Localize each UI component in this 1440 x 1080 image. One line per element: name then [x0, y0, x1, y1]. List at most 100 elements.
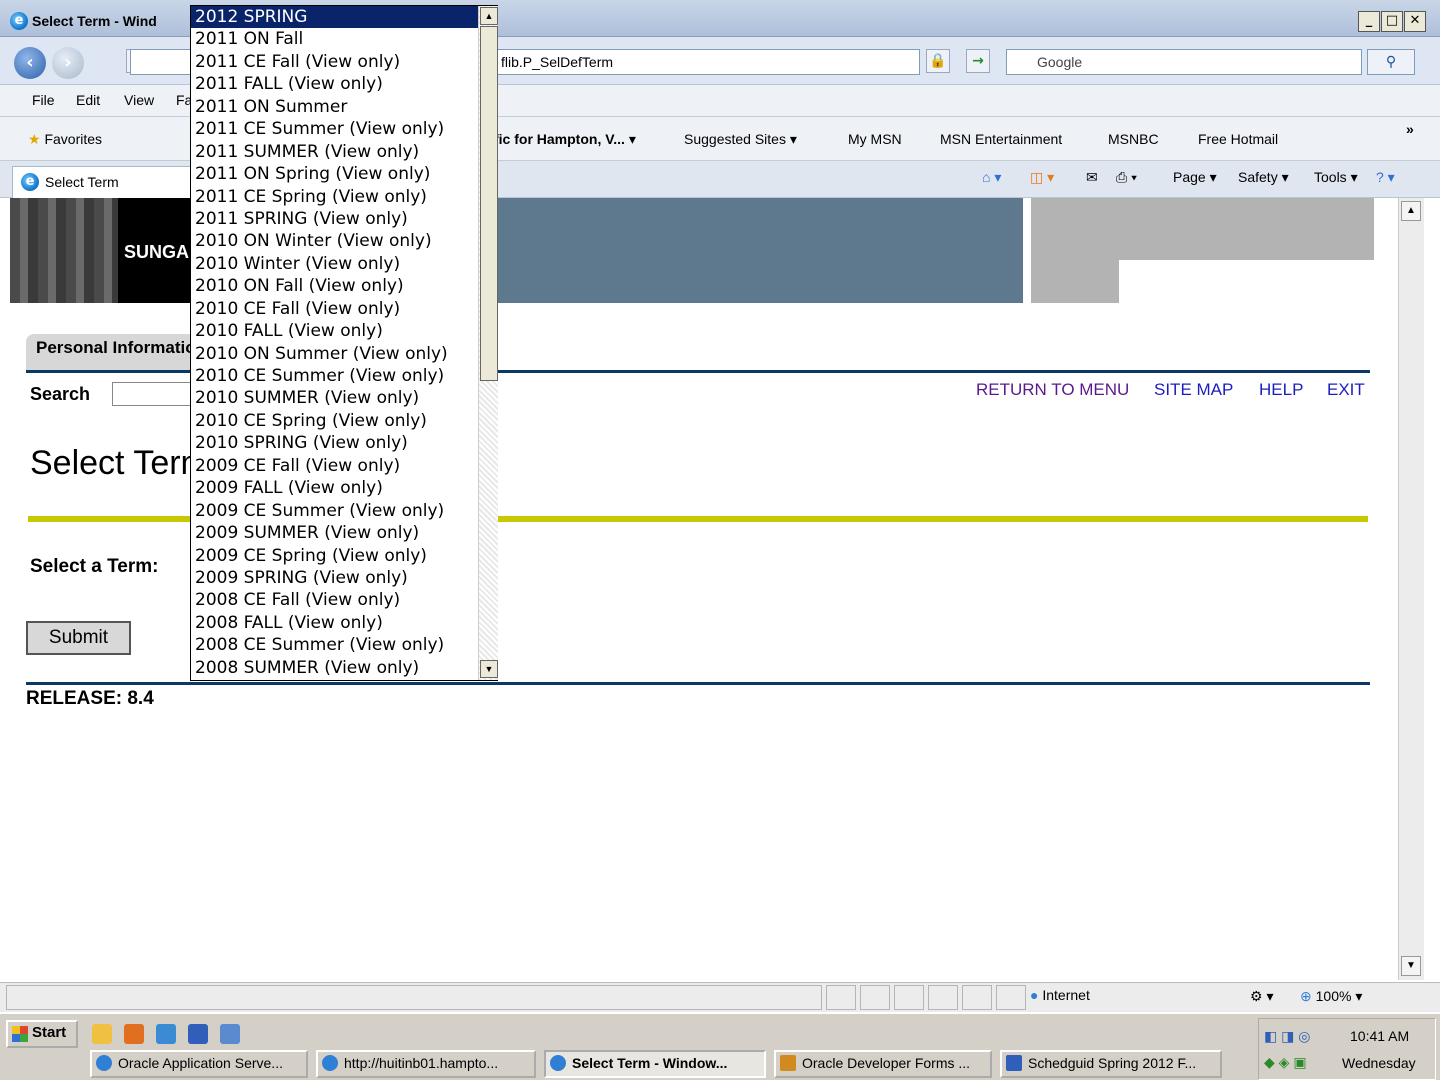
fav-suggested-sites[interactable]: Suggested Sites ▾ — [684, 131, 797, 148]
submit-button[interactable]: Submit — [26, 621, 131, 655]
start-button[interactable]: Start — [6, 1020, 78, 1048]
term-option[interactable]: 2011 SPRING (View only) — [191, 208, 478, 230]
dropdown-scroll-up-icon[interactable]: ▲ — [480, 7, 498, 25]
term-option[interactable]: 2010 ON Winter (View only) — [191, 230, 478, 252]
tray-icons[interactable]: ◧ ◨ ◎ — [1264, 1028, 1310, 1045]
safety-menu[interactable]: Safety ▾ — [1238, 169, 1289, 186]
page-scrollbar[interactable]: ▲ ▼ — [1398, 198, 1424, 980]
term-options: 2012 SPRING 2011 ON Fall 2011 CE Fall (Vie… — [191, 6, 478, 680]
fav-hampton[interactable]: fic for Hampton, V... ▾ — [494, 131, 636, 148]
fav-msn-entertainment[interactable]: MSN Entertainment — [940, 131, 1062, 147]
tab-select-term[interactable]: e Select Term — [12, 166, 192, 198]
page-menu[interactable]: Page ▾ — [1173, 169, 1217, 186]
term-option[interactable]: 2009 SPRING (View only) — [191, 567, 478, 589]
task-label: http://huitinb01.hampto... — [344, 1055, 499, 1071]
ie-icon — [322, 1055, 338, 1071]
term-option[interactable]: 2011 CE Summer (View only) — [191, 118, 478, 140]
tab-label: Select Term — [45, 174, 119, 190]
term-option[interactable]: 2010 CE Fall (View only) — [191, 298, 478, 320]
term-option[interactable]: 2011 CE Fall (View only) — [191, 51, 478, 73]
print-icon[interactable]: ⎙ ▾ — [1116, 169, 1137, 186]
clock[interactable]: 10:41 AM — [1350, 1028, 1409, 1044]
term-option[interactable]: 2010 CE Summer (View only) — [191, 365, 478, 387]
word-icon[interactable] — [188, 1024, 208, 1044]
search-icon[interactable]: ⚲ — [1367, 49, 1415, 75]
fav-hampton-label: fic for Hampton, V... — [494, 131, 625, 147]
term-option[interactable]: 2010 CE Spring (View only) — [191, 410, 478, 432]
tools-menu[interactable]: Tools ▾ — [1314, 169, 1358, 186]
maximize-button[interactable]: □ — [1381, 11, 1403, 32]
term-option[interactable]: 2010 ON Summer (View only) — [191, 343, 478, 365]
term-option[interactable]: 2009 CE Fall (View only) — [191, 455, 478, 477]
term-option[interactable]: 2011 CE Spring (View only) — [191, 186, 478, 208]
term-option[interactable]: 2011 ON Summer — [191, 96, 478, 118]
help-icon[interactable]: ? ▾ — [1376, 169, 1395, 186]
term-option[interactable]: 2009 SUMMER (View only) — [191, 522, 478, 544]
task-select-term[interactable]: Select Term - Window... — [544, 1050, 766, 1078]
menu-edit[interactable]: Edit — [76, 92, 100, 108]
term-option[interactable]: 2008 CE Fall (View only) — [191, 589, 478, 611]
back-icon[interactable]: ‹ — [14, 47, 46, 79]
lock-icon[interactable]: 🔒 — [926, 49, 950, 73]
mail-icon[interactable]: ✉ — [1086, 169, 1098, 186]
favorites-button[interactable]: ★ Favorites — [28, 131, 102, 148]
term-dropdown-list[interactable]: 2012 SPRING 2011 ON Fall 2011 CE Fall (Vie… — [190, 5, 498, 681]
term-option[interactable]: 2010 Winter (View only) — [191, 253, 478, 275]
term-option[interactable]: 2011 ON Fall — [191, 28, 478, 50]
protected-mode-icon[interactable]: ⚙ ▾ — [1250, 988, 1273, 1005]
chevron-more-icon[interactable]: » — [1406, 121, 1414, 137]
task-huitinb01[interactable]: http://huitinb01.hampto... — [316, 1050, 536, 1078]
term-option[interactable]: 2011 FALL (View only) — [191, 73, 478, 95]
minimize-button[interactable]: _ — [1358, 11, 1380, 32]
term-option[interactable]: 2010 ON Fall (View only) — [191, 275, 478, 297]
app-icon[interactable] — [156, 1024, 176, 1044]
close-button[interactable]: ✕ — [1404, 11, 1426, 32]
release-version: RELEASE: 8.4 — [26, 688, 154, 709]
scroll-down-icon[interactable]: ▼ — [1401, 956, 1421, 976]
feeds-icon[interactable]: ◫ ▾ — [1030, 169, 1054, 186]
task-oracle-app-server[interactable]: Oracle Application Serve... — [90, 1050, 308, 1078]
term-option[interactable]: 2009 CE Summer (View only) — [191, 500, 478, 522]
tab-personal-information[interactable]: Personal Information — [26, 334, 206, 370]
home-icon[interactable]: ⌂ ▾ — [982, 169, 1001, 186]
exit-link[interactable]: EXIT — [1327, 380, 1365, 400]
menu-view[interactable]: View — [124, 92, 154, 108]
search-label: Search — [30, 384, 91, 404]
term-option[interactable]: 2010 SPRING (View only) — [191, 432, 478, 454]
term-option[interactable]: 2008 CE Summer (View only) — [191, 634, 478, 656]
task-oracle-developer-forms[interactable]: Oracle Developer Forms ... — [774, 1050, 992, 1078]
term-option[interactable]: 2010 FALL (View only) — [191, 320, 478, 342]
dropdown-scroll-thumb[interactable] — [480, 26, 498, 381]
term-option[interactable]: 2009 CE Spring (View only) — [191, 545, 478, 567]
folder-icon[interactable] — [92, 1024, 112, 1044]
app-icon[interactable] — [220, 1024, 240, 1044]
dropdown-scrollbar[interactable]: ▲ ▼ — [478, 6, 498, 680]
fav-free-hotmail[interactable]: Free Hotmail — [1198, 131, 1278, 147]
fav-msnbc[interactable]: MSNBC — [1108, 131, 1159, 147]
go-icon[interactable]: → — [966, 49, 990, 73]
clock-app-icon[interactable] — [124, 1024, 144, 1044]
help-link[interactable]: HELP — [1259, 380, 1303, 400]
site-map-link[interactable]: SITE MAP — [1154, 380, 1233, 400]
zoom-level[interactable]: ⊕ 100% ▾ — [1300, 988, 1362, 1005]
term-option[interactable]: 2008 SUMMER (View only) — [191, 657, 478, 679]
forward-icon[interactable]: › — [52, 47, 84, 79]
search-input[interactable]: Google — [1006, 49, 1362, 75]
term-option[interactable]: 2012 SPRING — [191, 6, 478, 29]
menu-file[interactable]: File — [32, 92, 55, 108]
term-option[interactable]: 2009 FALL (View only) — [191, 477, 478, 499]
scroll-up-icon[interactable]: ▲ — [1401, 201, 1421, 221]
tray-icons-lower[interactable]: ◆ ◈ ▣ — [1264, 1054, 1307, 1071]
star-icon: ★ — [28, 131, 41, 147]
term-option[interactable]: 2011 ON Spring (View only) — [191, 163, 478, 185]
return-to-menu-link[interactable]: RETURN TO MENU — [976, 380, 1129, 400]
status-bar: ● Internet ⚙ ▾ ⊕ 100% ▾ — [0, 982, 1440, 1012]
task-label: Oracle Developer Forms ... — [802, 1055, 971, 1071]
dropdown-scroll-down-icon[interactable]: ▼ — [480, 660, 498, 678]
term-option[interactable]: 2010 SUMMER (View only) — [191, 387, 478, 409]
window-controls: _ □ ✕ — [1358, 11, 1426, 32]
term-option[interactable]: 2011 SUMMER (View only) — [191, 141, 478, 163]
task-schedguid[interactable]: Schedguid Spring 2012 F... — [1000, 1050, 1222, 1078]
term-option[interactable]: 2008 FALL (View only) — [191, 612, 478, 634]
fav-my-msn[interactable]: My MSN — [848, 131, 902, 147]
